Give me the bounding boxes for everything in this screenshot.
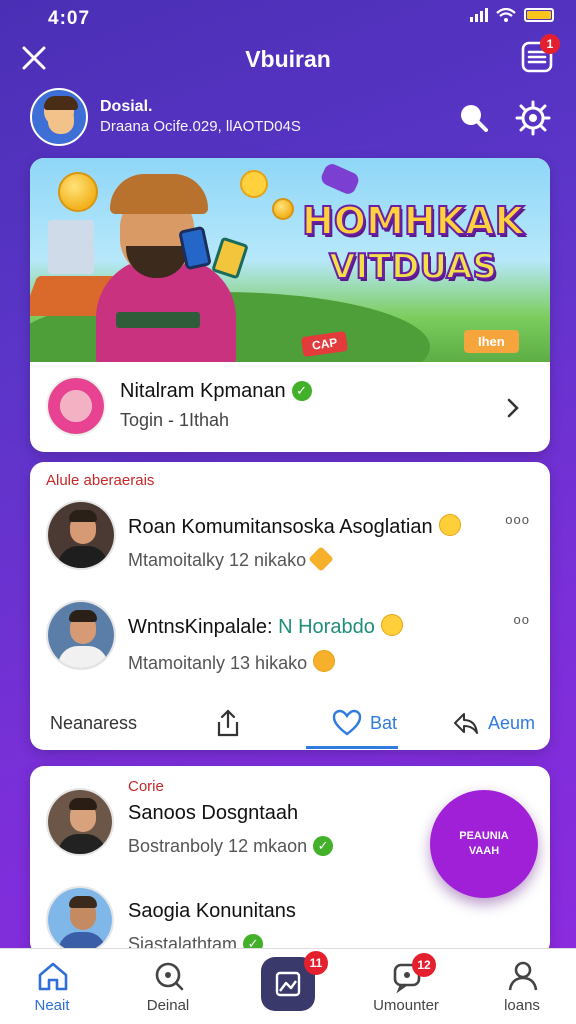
post-meta-text: Mtamoitanly 13 hikako <box>128 653 308 673</box>
banner-title-line2: VITDUAS <box>328 246 498 288</box>
nav-badge: 11 <box>304 951 328 975</box>
status-bar: 4:07 <box>0 0 576 34</box>
status-icons <box>470 8 554 22</box>
smiley-icon <box>380 614 403 636</box>
fab-label-line1: PEAUNIA <box>459 830 509 842</box>
profile-subtitle: Draana Ocife.029, llAOTD04S <box>100 118 301 135</box>
reply-button[interactable]: Aeum <box>452 706 535 740</box>
list-item[interactable]: Roan Komumitansoska Asoglatian Mtamoital… <box>30 500 550 590</box>
signal-icon <box>470 8 488 22</box>
chevron-right-icon[interactable] <box>506 398 520 418</box>
post-title: WntnsKinpalale: N Horabdo <box>128 614 403 639</box>
list-item[interactable]: WntnsKinpalale: N Horabdo Mtamoitanly 13… <box>30 600 550 690</box>
nav-label: Umounter <box>373 997 439 1014</box>
community-name: Nitalram Kpmanan ✓ <box>120 380 312 403</box>
friend-name: Sanoos Dosgntaah <box>128 802 299 824</box>
nav-label: Deinal <box>146 997 190 1014</box>
chat-search-icon <box>155 962 184 991</box>
menu-badge: 1 <box>540 34 560 54</box>
smiley-icon <box>240 170 268 198</box>
active-indicator <box>306 746 398 749</box>
fab-label-line2: VAAH <box>468 845 500 857</box>
gear-icon[interactable] <box>514 98 552 136</box>
wifi-icon <box>496 8 516 22</box>
nav-item-profile[interactable]: loans <box>472 949 572 1024</box>
nav-item-home[interactable]: Neait <box>2 949 102 1024</box>
community-name-text: Nitalram Kpmanan <box>120 380 286 402</box>
nav-badge: 12 <box>412 953 436 977</box>
search-icon[interactable] <box>456 100 490 134</box>
action-label: Neanaress <box>50 712 138 733</box>
nav-label: loans <box>504 997 540 1014</box>
like-button[interactable]: Bat <box>332 706 397 740</box>
verified-icon: ✓ <box>313 836 334 856</box>
post-title-accent: N Horabdo <box>278 616 375 638</box>
posts-card: Alule aberaerais Roan Komumitansoska Aso… <box>30 462 550 750</box>
friend-subtitle-text: Bostranboly 12 mkaon <box>128 836 308 856</box>
section-label: Alule aberaerais <box>46 472 155 489</box>
menu-button[interactable]: 1 <box>520 34 560 74</box>
more-options-icon[interactable]: oo <box>514 612 530 627</box>
share-icon <box>217 709 239 737</box>
community-avatar <box>46 376 106 436</box>
featured-card[interactable]: HOMHKAK VITDUAS CAP Ihen Nitalram Kpmana… <box>30 158 550 452</box>
nav-item-messages[interactable]: Umounter <box>356 949 456 1024</box>
post-meta: Mtamoitalky 12 nikako <box>128 546 334 572</box>
profile-row: Dosial. Draana Ocife.029, llAOTD04S <box>0 86 576 150</box>
comment-button[interactable]: Neanaress <box>50 706 137 740</box>
post-meta: Mtamoitanly 13 hikako <box>128 650 336 674</box>
home-icon <box>38 962 68 991</box>
avatar[interactable] <box>46 886 114 954</box>
post-meta-text: Mtamoitalky 12 nikako <box>128 550 307 570</box>
share-button[interactable] <box>214 706 242 740</box>
nav-item-discover[interactable]: Deinal <box>118 949 218 1024</box>
reaction-icon <box>313 650 336 672</box>
avatar[interactable] <box>46 788 114 856</box>
top-app-bar: Vbuiran 1 <box>0 34 576 84</box>
post-title-text: WntnsKinpalale: <box>128 616 273 638</box>
gamepad-icon <box>319 161 361 197</box>
status-time: 4:07 <box>48 8 91 29</box>
more-options-icon[interactable]: ooo <box>505 512 530 527</box>
floating-action-button[interactable]: PEAUNIA VAAH <box>430 790 538 898</box>
banner-title: HOMHKAK VITDUAS <box>288 198 538 290</box>
page-title: Vbuiran <box>245 46 331 72</box>
banner-image[interactable]: HOMHKAK VITDUAS CAP Ihen <box>30 158 550 362</box>
tag-icon <box>308 546 334 572</box>
person-icon <box>508 961 538 991</box>
like-label: Bat <box>370 712 398 733</box>
friend-name: Saogia Konunitans <box>128 900 296 922</box>
avatar[interactable] <box>46 500 116 570</box>
profile-name: Dosial. <box>100 98 153 115</box>
post-title-text: Roan Komumitansoska Asoglatian <box>128 516 433 538</box>
action-bar: Neanaress Bat Aeum <box>30 696 550 750</box>
banner-title-line1: HOMHKAK <box>301 198 525 244</box>
verified-icon: ✓ <box>291 381 312 401</box>
reply-label: Aeum <box>488 712 536 733</box>
battery-icon <box>524 8 554 22</box>
community-row[interactable]: Nitalram Kpmanan ✓ Togin - 1Ithah <box>30 368 550 452</box>
post-title: Roan Komumitansoska Asoglatian <box>128 514 461 539</box>
nav-label: Neait <box>34 997 70 1014</box>
smiley-icon <box>438 514 461 536</box>
bottom-nav: Neait Deinal 11 Umounter 12 loans <box>0 948 576 1024</box>
heart-icon <box>332 709 362 736</box>
community-subtitle: Togin - 1Ithah <box>120 410 230 430</box>
banner-button[interactable]: Ihen <box>464 330 519 353</box>
avatar[interactable] <box>30 88 88 146</box>
avatar[interactable] <box>46 600 116 670</box>
reply-icon <box>454 713 478 734</box>
friend-subtitle: Bostranboly 12 mkaon ✓ <box>128 836 334 857</box>
